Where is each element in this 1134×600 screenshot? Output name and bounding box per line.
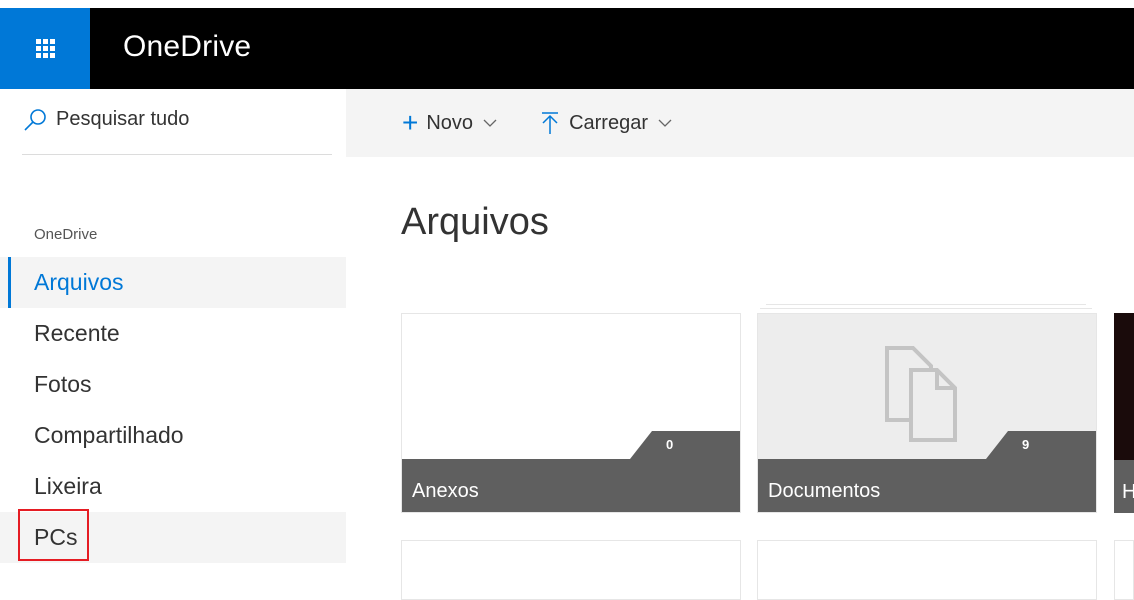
waffle-icon bbox=[35, 39, 55, 58]
chevron-down-icon bbox=[658, 119, 672, 127]
upload-button-label: Carregar bbox=[569, 111, 648, 134]
nav-item-label: Recente bbox=[34, 320, 120, 346]
nav-item-label: Compartilhado bbox=[34, 422, 184, 448]
item-count-tab: 9 bbox=[986, 431, 1096, 459]
upload-button[interactable]: Carregar bbox=[539, 111, 672, 135]
main-content: Arquivos 0 Anexos 9 Documentos H bbox=[346, 157, 1134, 600]
folder-name: H bbox=[1122, 481, 1134, 503]
nav-item-fotos[interactable]: Fotos bbox=[0, 359, 346, 410]
item-count-tab: 0 bbox=[630, 431, 740, 459]
folder-tile[interactable] bbox=[401, 540, 741, 600]
app-launcher-button[interactable] bbox=[0, 8, 90, 89]
search-icon bbox=[24, 109, 46, 131]
folder-tile-partial[interactable]: H bbox=[1114, 313, 1134, 513]
tile-stack-line bbox=[766, 304, 1086, 305]
nav-item-label: Arquivos bbox=[34, 269, 124, 295]
nav-item-label: Lixeira bbox=[34, 473, 102, 499]
item-count: 0 bbox=[666, 437, 674, 452]
upload-icon bbox=[542, 112, 559, 134]
nav-item-arquivos[interactable]: Arquivos bbox=[0, 257, 346, 308]
tile-stack-line bbox=[760, 308, 1092, 309]
new-button-label: Novo bbox=[426, 111, 474, 134]
folder-name: Documentos bbox=[768, 480, 881, 502]
tile-footer: 0 Anexos bbox=[402, 431, 740, 512]
highlight-box bbox=[18, 509, 89, 561]
nav-item-label: Fotos bbox=[34, 371, 92, 397]
app-title[interactable]: OneDrive bbox=[123, 30, 251, 64]
documents-icon bbox=[885, 346, 957, 442]
nav-item-recente[interactable]: Recente bbox=[0, 308, 346, 359]
folder-tile-anexos[interactable]: 0 Anexos bbox=[401, 313, 741, 513]
nav-item-pcs[interactable]: PCs bbox=[0, 509, 346, 563]
new-button[interactable]: + Novo bbox=[402, 109, 497, 137]
folder-tile-documentos[interactable]: 9 Documentos bbox=[757, 313, 1097, 513]
item-count: 9 bbox=[1022, 437, 1030, 452]
command-bar: + Novo Carregar bbox=[346, 89, 1134, 157]
folder-tile[interactable] bbox=[757, 540, 1097, 600]
chevron-down-icon bbox=[483, 119, 497, 127]
plus-icon: + bbox=[402, 107, 419, 138]
search-box[interactable]: Pesquisar tudo bbox=[22, 105, 332, 155]
search-placeholder: Pesquisar tudo bbox=[56, 108, 190, 130]
section-label: OneDrive bbox=[34, 226, 98, 243]
nav-item-compartilhado[interactable]: Compartilhado bbox=[0, 410, 346, 461]
sidebar: Pesquisar tudo OneDrive Arquivos Recente… bbox=[0, 89, 346, 583]
nav-list: Arquivos Recente Fotos Compartilhado Lix… bbox=[0, 257, 346, 563]
folder-name: Anexos bbox=[412, 480, 479, 502]
nav-item-lixeira[interactable]: Lixeira bbox=[0, 461, 346, 512]
top-bar: OneDrive bbox=[0, 0, 1134, 89]
tile-footer: H bbox=[1114, 460, 1134, 513]
folder-tile[interactable] bbox=[1114, 540, 1134, 600]
page-title: Arquivos bbox=[401, 201, 549, 243]
tile-footer: 9 Documentos bbox=[758, 431, 1096, 512]
